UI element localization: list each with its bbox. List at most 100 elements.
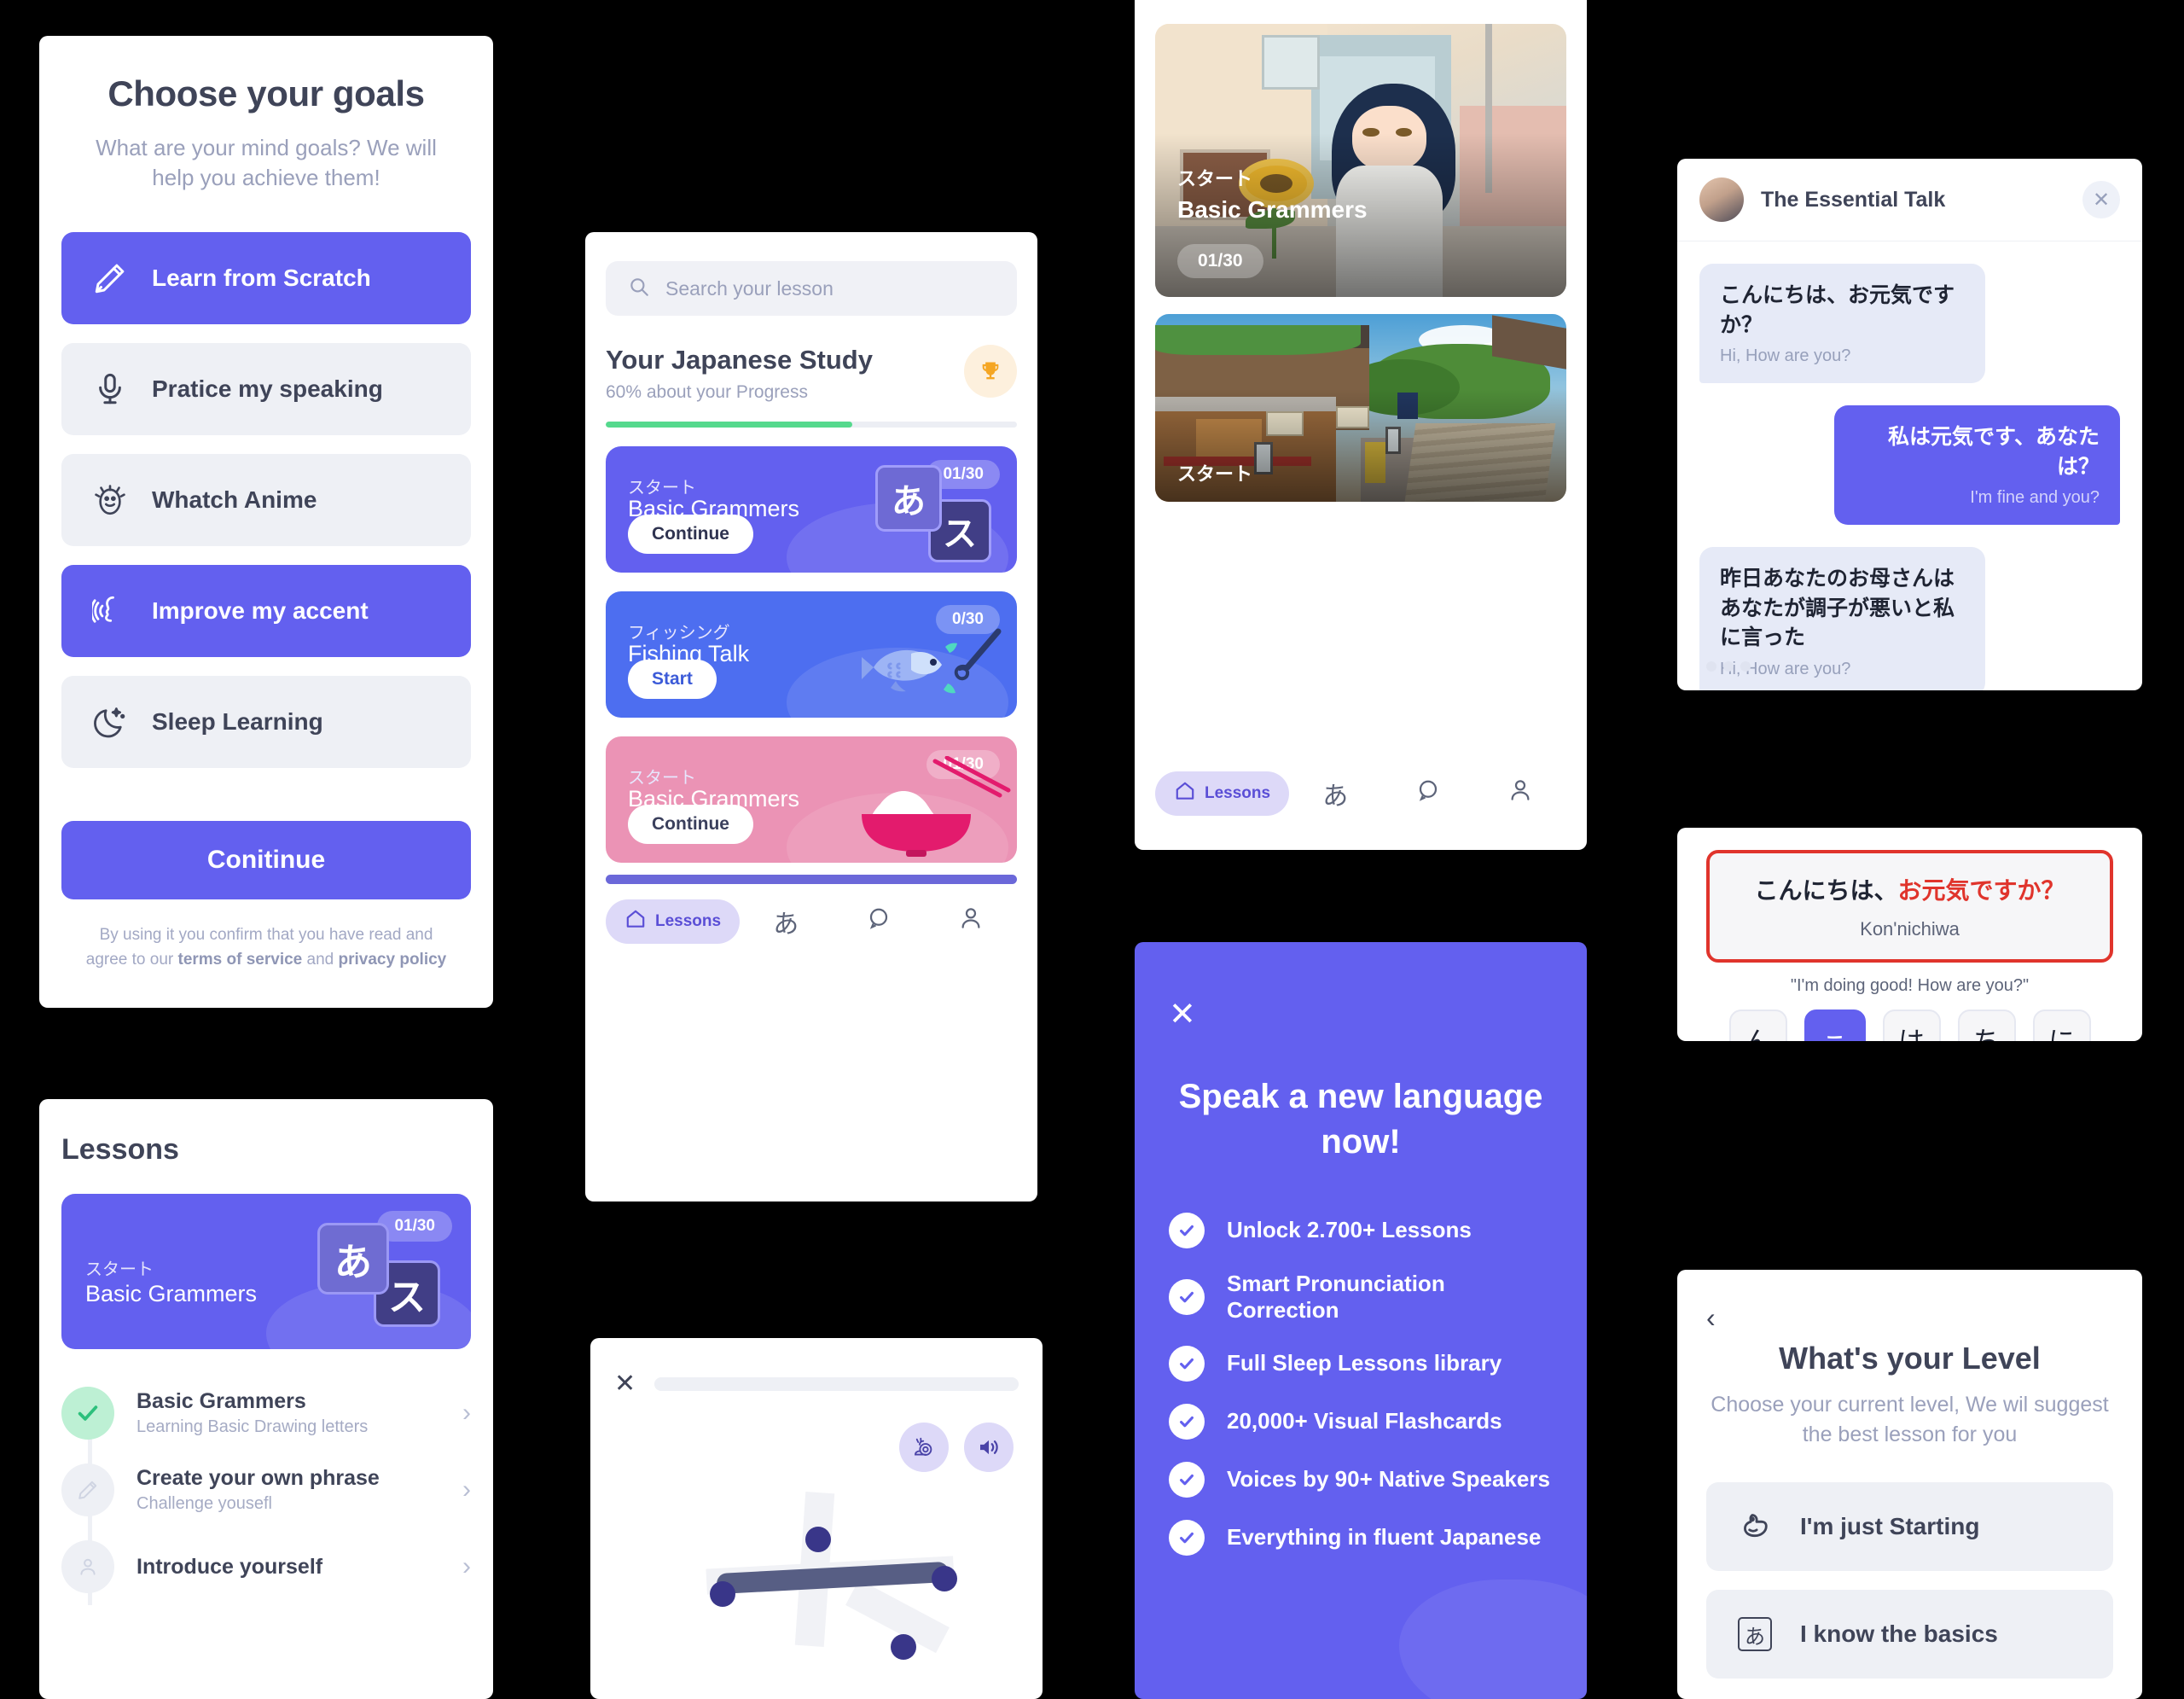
list-item[interactable]: Create your own phrase Challenge yousefl…	[61, 1452, 471, 1528]
stroke-canvas[interactable]	[590, 1492, 1043, 1660]
lesson-hero-card[interactable]: 01/30 スタート Basic Grammers ス あ	[61, 1194, 471, 1349]
lessons-screen: Lessons 01/30 スタート Basic Grammers ス あ Ba…	[39, 1099, 493, 1699]
level-option-just-starting[interactable]: I'm just Starting	[1706, 1482, 2113, 1571]
profile-icon	[1507, 780, 1533, 809]
kana-icon: あ	[773, 911, 799, 939]
lesson-progress-track	[654, 1376, 1019, 1391]
goal-option-improve-my-accent[interactable]: Improve my accent	[61, 565, 471, 658]
chevron-right-icon: ›	[462, 1475, 471, 1504]
feed-card-basic-grammers[interactable]: スタート Basic Grammers 01/30	[1155, 24, 1566, 297]
privacy-policy-link[interactable]: privacy policy	[339, 951, 447, 969]
trophy-icon	[964, 345, 1017, 398]
target-phrase-box[interactable]: こんにちは、お元気ですか？ Kon'nichiwa	[1706, 850, 2113, 963]
volume-icon[interactable]	[964, 1423, 1014, 1472]
kana-key[interactable]: に	[2032, 1010, 2091, 1041]
feature-label: 20,000+ Visual Flashcards	[1227, 1408, 1502, 1434]
start-button[interactable]: Start	[628, 660, 717, 699]
chat-icon	[1415, 780, 1441, 809]
message-jp: 私は元気です、あなたは？	[1887, 425, 2100, 479]
feature-label: Full Sleep Lessons library	[1227, 1350, 1502, 1376]
chat-bubble-incoming: こんにちは、お元気ですか？ Hi, How are you?	[1699, 264, 1986, 383]
goal-option-pratice-my-speaking[interactable]: Pratice my speaking	[61, 343, 471, 436]
kana-key[interactable]: ち	[1957, 1010, 2016, 1041]
lesson-jp-title: フィッシング	[628, 624, 730, 643]
stroke-point[interactable]	[710, 1581, 735, 1607]
lessons-heading: Lessons	[61, 1133, 179, 1166]
close-icon[interactable]: ✕	[614, 1369, 636, 1399]
lesson-en-title: Basic Grammers	[85, 1281, 258, 1306]
kana-key[interactable]: ん	[1728, 1010, 1787, 1041]
chat-header: The Essential Talk ✕	[1677, 159, 2142, 241]
study-title: Your Japanese Study	[606, 345, 873, 375]
kana-glyph: あ	[1738, 1617, 1772, 1651]
rice-bowl-illustration-icon	[833, 755, 1012, 863]
moon-icon	[90, 702, 130, 742]
check-icon	[1169, 1212, 1205, 1248]
chevron-right-icon: ›	[462, 1552, 471, 1580]
tab-lessons[interactable]: Lessons	[1155, 771, 1290, 816]
chevron-left-icon[interactable]: ‹	[1706, 1302, 1716, 1334]
tab-profile[interactable]	[925, 905, 1017, 938]
scrollbar[interactable]	[606, 875, 1017, 884]
continue-button[interactable]: Continue	[628, 515, 753, 554]
lesson-card-basic-grammers-pink[interactable]: 01/30 スタート Basic Grammers Continue	[606, 736, 1017, 863]
level-option-know-basics[interactable]: あ I know the basics	[1706, 1590, 2113, 1679]
tab-lessons[interactable]: Lessons	[606, 899, 741, 944]
home-icon	[624, 908, 647, 935]
chat-icon	[866, 908, 892, 937]
stroke-point[interactable]	[891, 1634, 916, 1660]
goal-option-sleep-learning[interactable]: Sleep Learning	[61, 676, 471, 769]
search-input[interactable]: Search your lesson	[606, 261, 1017, 316]
chat-messages: こんにちは、お元気ですか？ Hi, How are you? 私は元気です、あな…	[1677, 241, 2142, 690]
step-subtitle: Learning Basic Drawing letters	[136, 1417, 369, 1436]
check-icon	[1169, 1461, 1205, 1498]
message-jp: こんにちは、お元気ですか？	[1720, 283, 1955, 337]
list-item[interactable]: Basic Grammers Learning Basic Drawing le…	[61, 1375, 471, 1452]
list-item[interactable]: Introduce yourself ›	[61, 1528, 471, 1605]
choose-goals-screen: Choose your goals What are your mind goa…	[39, 36, 493, 1008]
goal-option-whatch-anime[interactable]: Whatch Anime	[61, 454, 471, 547]
check-icon	[1169, 1519, 1205, 1556]
tab-lessons-label: Lessons	[1205, 784, 1271, 802]
bottom-tab-bar: Lessons あ	[606, 899, 1017, 944]
study-progress-text: 60% about your Progress	[606, 382, 808, 402]
terms-of-service-link[interactable]: terms of service	[178, 951, 303, 969]
lesson-jp-title: スタート	[628, 479, 696, 497]
chevron-right-icon: ›	[462, 1399, 471, 1427]
target-phrase: こんにちは、お元気ですか？	[1727, 872, 2093, 906]
step-text: Basic Grammers Learning Basic Drawing le…	[136, 1389, 440, 1437]
chat-bubble-outgoing: 私は元気です、あなたは？ I'm fine and you?	[1833, 405, 2120, 525]
close-icon[interactable]: ✕	[1169, 995, 1196, 1033]
stroke-point[interactable]	[805, 1527, 831, 1552]
snail-icon[interactable]	[899, 1423, 949, 1472]
kana-key[interactable]: は	[1882, 1010, 1941, 1041]
lesson-card-fishing-talk[interactable]: 0/30 フィッシング Fishing Talk Start	[606, 591, 1017, 718]
image-feed-screen: 60% about your Progress スタート Basic Gramm…	[1135, 0, 1587, 850]
tab-kana[interactable]: あ	[740, 903, 832, 940]
continue-button[interactable]: Continue	[628, 805, 753, 844]
close-icon[interactable]: ✕	[2082, 181, 2120, 218]
speak-input-screen: こんにちは、お元気ですか？ Kon'nichiwa "I'm doing goo…	[1677, 828, 2142, 1041]
goal-label: Pratice my speaking	[152, 375, 383, 403]
feed-card-kyoto[interactable]: スタート	[1155, 314, 1566, 502]
pencil-icon	[61, 1463, 114, 1516]
feature-list: Unlock 2.700+ Lessons Smart Pronunciatio…	[1169, 1212, 1553, 1556]
stroke-point[interactable]	[932, 1566, 957, 1591]
typing-indicator	[1703, 661, 1751, 672]
tab-profile[interactable]	[1474, 777, 1566, 810]
tab-kana[interactable]: あ	[1289, 775, 1381, 812]
tab-chat[interactable]	[1381, 777, 1473, 810]
fish-illustration-icon	[839, 614, 1002, 713]
phrase-plain: こんにちは、	[1754, 877, 1898, 904]
kana-key-selected[interactable]: こ	[1804, 1010, 1866, 1041]
kana-tile-front: あ	[875, 465, 942, 532]
lesson-card-basic-grammers[interactable]: 01/30 スタート Basic Grammers ス あ Continue	[606, 446, 1017, 573]
goal-option-learn-from-scratch[interactable]: Learn from Scratch	[61, 232, 471, 325]
message-en: Hi, How are you?	[1720, 346, 1851, 365]
search-placeholder: Search your lesson	[665, 276, 834, 300]
chat-screen: The Essential Talk ✕ こんにちは、お元気ですか？ Hi, H…	[1677, 159, 2142, 690]
tab-chat[interactable]	[832, 905, 924, 938]
chat-title: The Essential Talk	[1761, 187, 1946, 212]
level-option-label: I'm just Starting	[1800, 1513, 1980, 1539]
continue-button[interactable]: Conitinue	[61, 821, 471, 900]
